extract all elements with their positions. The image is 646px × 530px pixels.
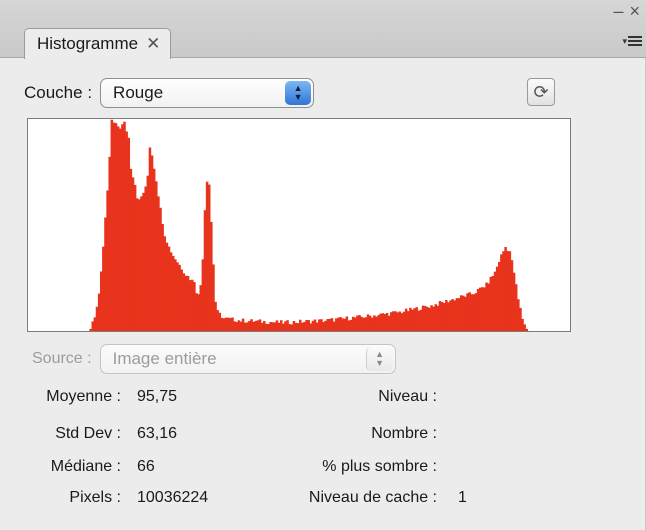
updown-arrows-icon: ▲ ▼ — [285, 81, 312, 105]
refresh-button[interactable]: ⟳ — [527, 78, 555, 106]
source-label: Source : — [32, 350, 92, 367]
nombre-label: Nombre : — [371, 425, 437, 442]
updown-arrows-icon: ▲ ▼ — [365, 347, 393, 371]
source-select[interactable]: Image entière ▲ ▼ — [99, 344, 396, 374]
tab-histogramme[interactable]: Histogramme ✕ — [24, 28, 172, 59]
close-window-icon[interactable]: × — [629, 2, 640, 20]
window-controls: – × — [613, 2, 640, 20]
tab-label: Histogramme — [37, 34, 139, 53]
couche-select-value: Rouge — [113, 83, 164, 102]
niveau-label: Niveau : — [378, 388, 437, 405]
close-icon[interactable]: ✕ — [146, 34, 160, 54]
mediane-label: Médiane : — [50, 458, 121, 475]
histogram-chart — [27, 118, 571, 332]
couche-row: Couche : Rouge ▲ ▼ — [24, 76, 315, 110]
histogram-bar — [525, 328, 529, 331]
histogram-svg — [89, 119, 529, 331]
panel-titlebar: Histogramme ✕ – × ▾ — [0, 0, 646, 59]
minimize-icon[interactable]: – — [613, 2, 623, 20]
niveau-cache-label: Niveau de cache : — [308, 489, 437, 506]
couche-label: Couche : — [24, 83, 93, 102]
source-row: Source : Image entière ▲ ▼ — [32, 344, 396, 374]
refresh-icon: ⟳ — [533, 81, 549, 102]
pixels-label: Pixels : — [69, 489, 121, 506]
niveau-cache-value: 1 — [458, 489, 467, 506]
moyenne-value: 95,75 — [137, 388, 178, 405]
stddev-label: Std Dev : — [55, 425, 121, 442]
pixels-value: 10036224 — [137, 489, 209, 506]
pct-sombre-label: % plus sombre : — [322, 458, 437, 475]
histogram-panel: Histogramme ✕ – × ▾ Couche : Rouge ▲ ▼ ⟳ … — [0, 0, 646, 530]
couche-select[interactable]: Rouge ▲ ▼ — [100, 78, 315, 108]
mediane-value: 66 — [137, 458, 155, 475]
stddev-value: 63,16 — [137, 425, 178, 442]
moyenne-label: Moyenne : — [46, 388, 121, 405]
panel-menu-icon[interactable]: ▾ — [622, 34, 642, 48]
source-select-value: Image entière — [112, 349, 217, 368]
